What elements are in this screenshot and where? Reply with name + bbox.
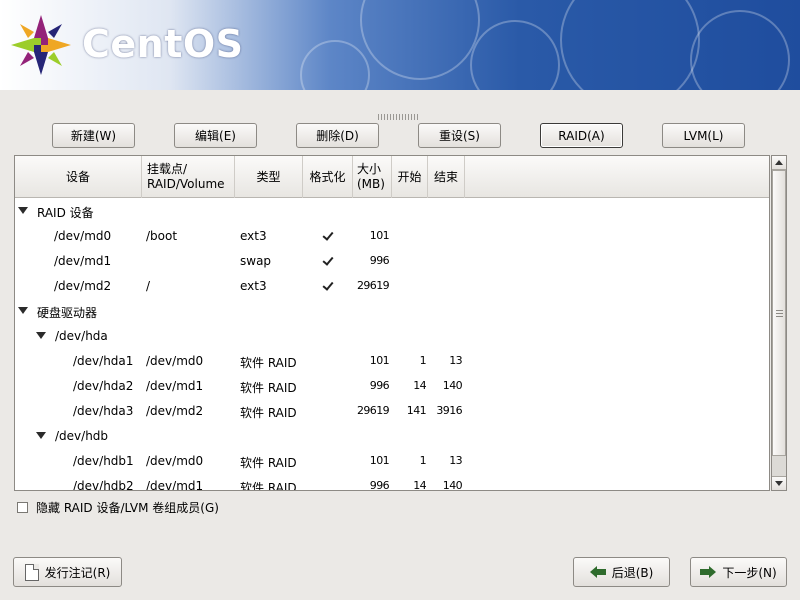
format-check-icon [322, 229, 334, 241]
logo-text: CentOS [82, 22, 244, 66]
drag-grip-icon[interactable] [378, 114, 420, 120]
hide-raid-lvm-option[interactable]: 隐藏 RAID 设备/LVM 卷组成员(G) [17, 499, 219, 515]
back-button[interactable]: 后退(B) [573, 557, 670, 587]
release-notes-button[interactable]: 发行注记(R) [13, 557, 122, 587]
table-row[interactable]: RAID 设备 [15, 199, 769, 224]
expander-down-icon[interactable] [36, 432, 46, 439]
format-check-icon [322, 279, 334, 291]
document-icon [24, 563, 39, 581]
table-header: 设备 挂载点/RAID/Volume 类型 格式化 大小 (MB) 开始 结束 [15, 156, 769, 198]
expander-down-icon[interactable] [18, 307, 28, 314]
table-row[interactable]: 硬盘驱动器 [15, 299, 769, 324]
table-row[interactable]: /dev/md1 swap 996 [15, 249, 769, 274]
reset-button[interactable]: 重设(S) [418, 123, 501, 148]
column-end[interactable]: 结束 [428, 156, 465, 198]
header-banner: CentOS [0, 0, 800, 90]
table-row[interactable]: /dev/hdb1 /dev/md0 软件 RAID 101 1 13 [15, 449, 769, 474]
centos-logo-icon [11, 15, 71, 75]
new-button[interactable]: 新建(W) [52, 123, 135, 148]
hide-raid-lvm-label: 隐藏 RAID 设备/LVM 卷组成员(G) [36, 500, 219, 515]
table-row[interactable]: /dev/hdb2 /dev/md1 软件 RAID 996 14 140 [15, 474, 769, 490]
next-button[interactable]: 下一步(N) [690, 557, 787, 587]
raid-button[interactable]: RAID(A) [540, 123, 623, 148]
format-check-icon [322, 254, 334, 266]
column-mount[interactable]: 挂载点/RAID/Volume [142, 156, 235, 198]
table-row[interactable]: /dev/hda3 /dev/md2 软件 RAID 29619 141 391… [15, 399, 769, 424]
expander-down-icon[interactable] [36, 332, 46, 339]
table-row[interactable]: /dev/md2 / ext3 29619 [15, 274, 769, 299]
lvm-button[interactable]: LVM(L) [662, 123, 745, 148]
scroll-down-icon[interactable] [772, 476, 786, 490]
next-arrow-icon [700, 566, 717, 578]
column-format[interactable]: 格式化 [303, 156, 353, 198]
edit-button[interactable]: 编辑(E) [174, 123, 257, 148]
expander-down-icon[interactable] [18, 207, 28, 214]
delete-button[interactable]: 删除(D) [296, 123, 379, 148]
column-device[interactable]: 设备 [15, 156, 142, 198]
table-row[interactable]: /dev/hdb [15, 424, 769, 449]
column-size[interactable]: 大小 (MB) [353, 156, 392, 198]
hide-raid-lvm-checkbox[interactable] [17, 501, 28, 513]
table-row[interactable]: /dev/hda1 /dev/md0 软件 RAID 101 1 13 [15, 349, 769, 374]
table-row[interactable]: /dev/hda2 /dev/md1 软件 RAID 996 14 140 [15, 374, 769, 399]
column-type[interactable]: 类型 [235, 156, 303, 198]
table-row[interactable]: /dev/hda [15, 324, 769, 349]
partition-table[interactable]: 设备 挂载点/RAID/Volume 类型 格式化 大小 (MB) 开始 结束 R… [14, 155, 770, 491]
scrollbar-thumb[interactable] [772, 170, 786, 456]
column-start[interactable]: 开始 [392, 156, 428, 198]
table-row[interactable]: /dev/md0 /boot ext3 101 [15, 224, 769, 249]
vertical-scrollbar[interactable] [771, 155, 787, 491]
back-arrow-icon [589, 566, 606, 578]
scroll-up-icon[interactable] [772, 156, 786, 170]
